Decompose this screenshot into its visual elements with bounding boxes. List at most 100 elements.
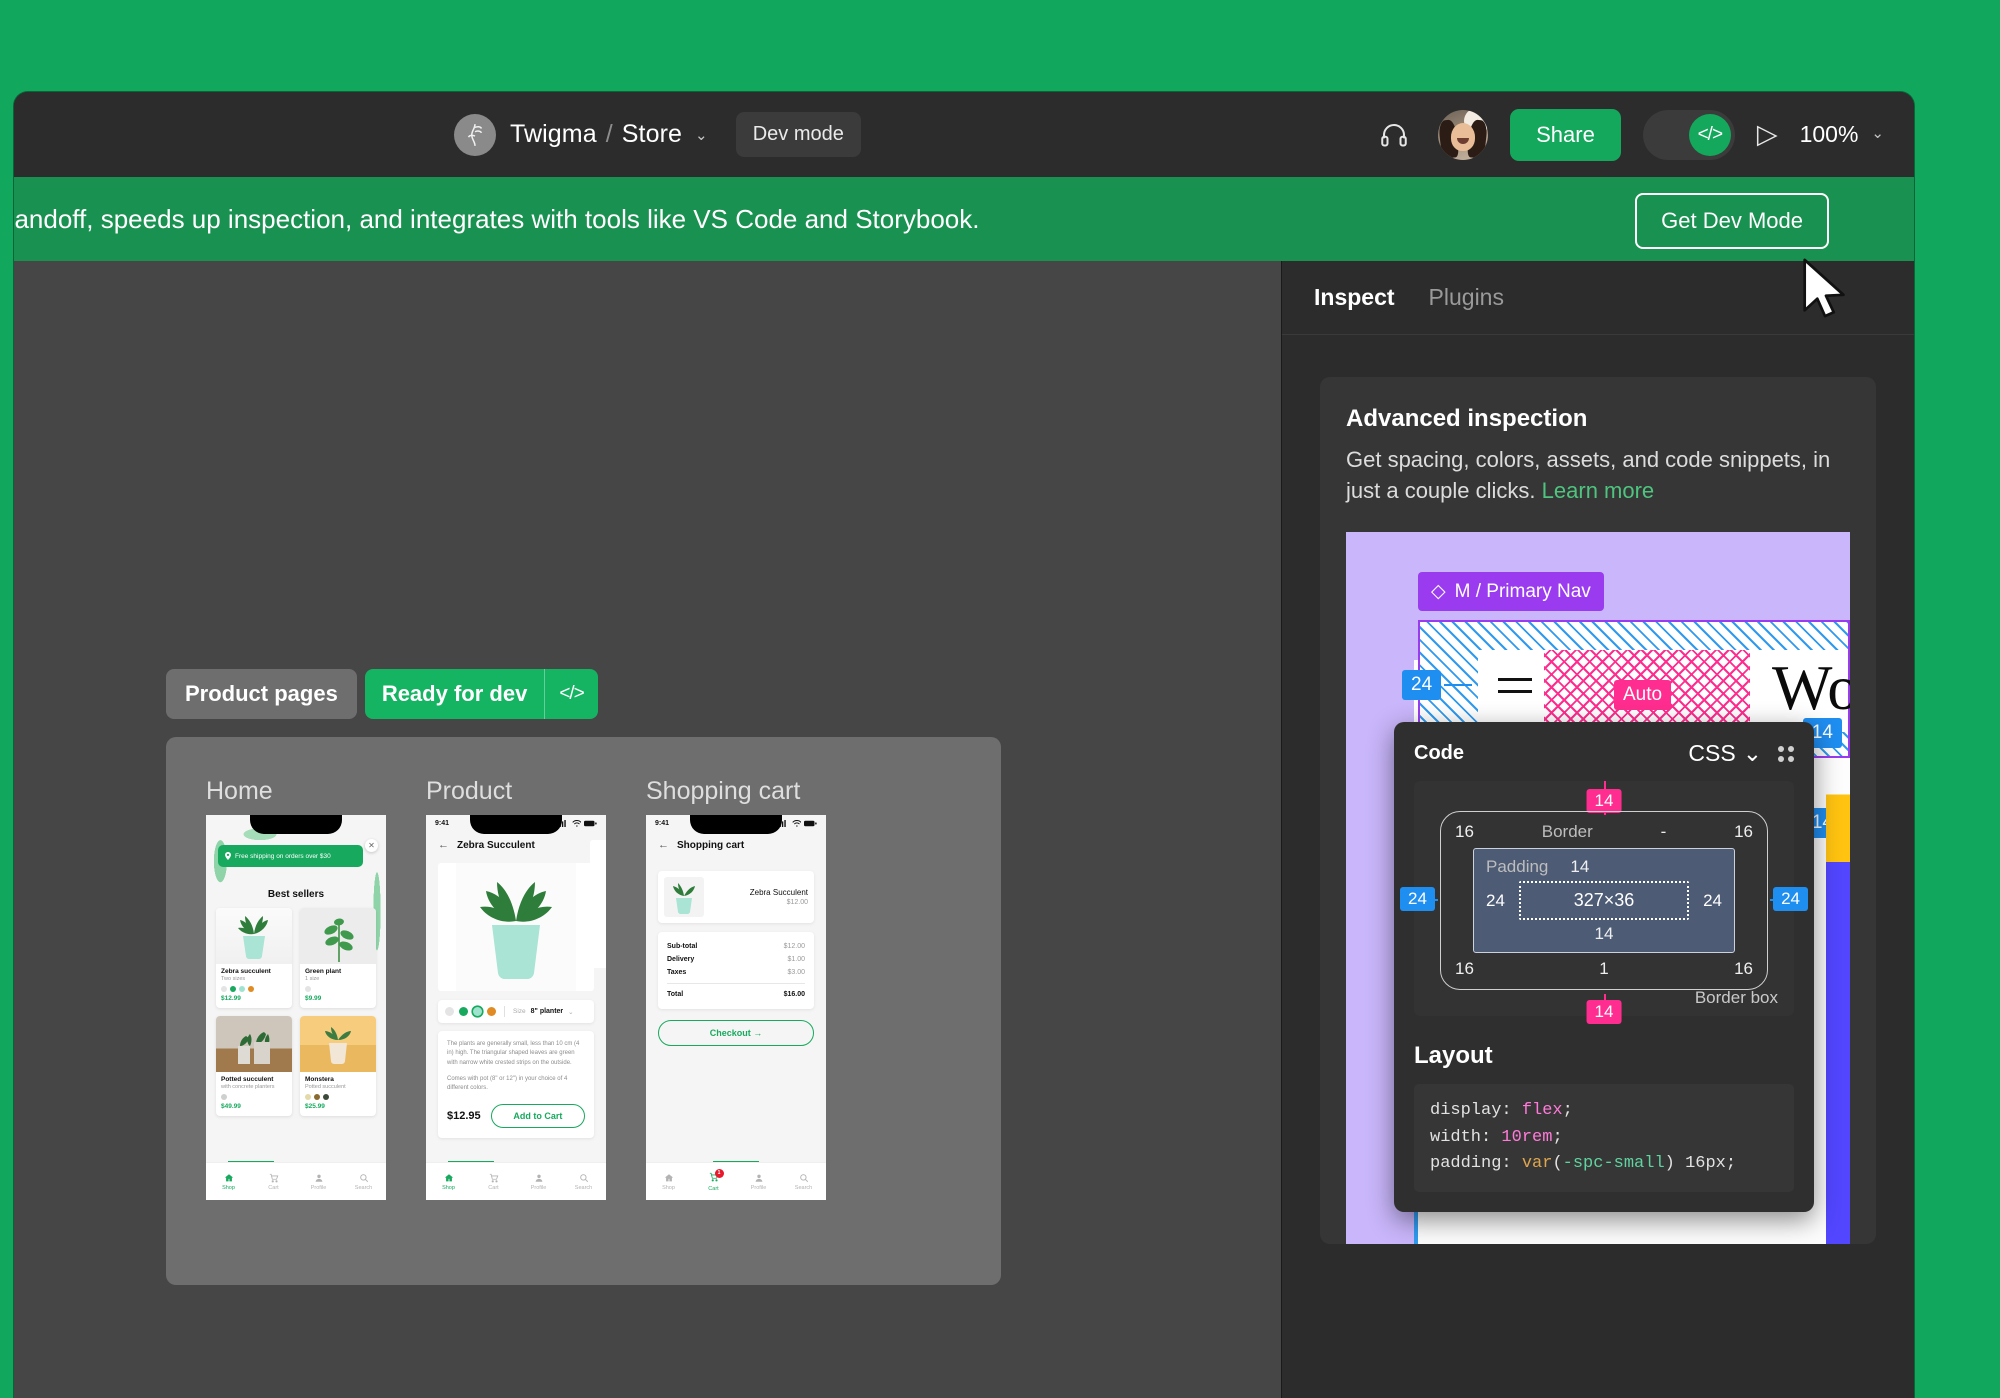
chevron-down-icon[interactable]: ⌄ xyxy=(568,1008,573,1016)
color-swatches[interactable] xyxy=(305,986,371,992)
tab-label: Search xyxy=(355,1185,372,1191)
card-description: Get spacing, colors, assets, and code sn… xyxy=(1346,444,1850,506)
border-right-value: 16 xyxy=(1734,822,1753,842)
color-swatches[interactable] xyxy=(221,986,287,992)
tab-cart[interactable]: Cart xyxy=(471,1173,516,1191)
tab-profile[interactable]: Profile xyxy=(736,1173,781,1191)
total-key: Delivery xyxy=(667,956,694,963)
selection-chips: Product pages Ready for dev </> xyxy=(166,669,1001,719)
present-play-icon[interactable]: ▷ xyxy=(1757,121,1778,148)
back-arrow-icon[interactable]: ← xyxy=(658,840,669,851)
css-line: display: flex; xyxy=(1430,1098,1778,1124)
tab-cart[interactable]: Cart xyxy=(251,1173,296,1191)
screen-title: Shopping cart xyxy=(677,840,744,851)
css-code-block[interactable]: display: flex; width: 10rem; padding: va… xyxy=(1414,1084,1794,1191)
tab-plugins[interactable]: Plugins xyxy=(1429,284,1504,311)
product-description-card: The plants are generally small, less tha… xyxy=(438,1031,594,1138)
product-card[interactable]: Zebra succulent Two sizes $12.99 xyxy=(216,908,292,1008)
frame-shopping-cart[interactable]: Shopping cart 9:41 xyxy=(646,777,826,1285)
product-image xyxy=(300,1016,376,1072)
language-selector[interactable]: CSS ⌄ xyxy=(1688,740,1762,767)
product-card[interactable]: Potted succulent with concrete planters … xyxy=(216,1016,292,1116)
tab-profile[interactable]: Profile xyxy=(516,1173,561,1191)
product-image xyxy=(216,1016,292,1072)
dev-mode-toggle[interactable]: </> xyxy=(1643,110,1735,160)
add-to-cart-button[interactable]: Add to Cart xyxy=(491,1104,585,1128)
promo-banner: handoff, speeds up inspection, and integ… xyxy=(14,177,1914,261)
drag-handle-icon[interactable] xyxy=(1778,746,1794,762)
tab-shop[interactable]: Shop xyxy=(426,1173,471,1191)
product-price: $49.99 xyxy=(221,1103,287,1110)
tab-search[interactable]: Search xyxy=(341,1173,386,1191)
product-card[interactable]: Monstera Potted succulent $25.99 xyxy=(300,1016,376,1116)
headphones-icon[interactable] xyxy=(1372,113,1416,157)
size-value[interactable]: 8" planter xyxy=(531,1008,564,1015)
product-hero-image xyxy=(438,863,594,991)
frame-title[interactable]: Home xyxy=(206,777,386,806)
frame-product[interactable]: Product 9:41 xyxy=(426,777,606,1285)
phone-mockup-home: 9:41 Free shipping on orders over $30 xyxy=(206,815,386,1200)
tab-label: Shop xyxy=(442,1185,455,1191)
product-card[interactable]: Green plant 1 size $9.99 xyxy=(300,908,376,1008)
tab-cart[interactable]: 1 Cart xyxy=(691,1172,736,1192)
buy-row: $12.95 Add to Cart xyxy=(447,1104,585,1128)
margin-right-value: 24 xyxy=(1773,887,1808,911)
chevron-down-icon[interactable]: ⌄ xyxy=(695,126,708,144)
tab-shop[interactable]: Shop xyxy=(206,1173,251,1191)
frame-title[interactable]: Product xyxy=(426,777,606,806)
chevron-down-icon: ⌄ xyxy=(1743,740,1762,767)
toolbar-right-group: Share </> ▷ 100% ⌄ xyxy=(1372,92,1884,177)
product-hero-next-image[interactable] xyxy=(590,840,606,968)
total-value: $3.00 xyxy=(787,969,805,976)
color-swatches[interactable] xyxy=(221,1094,287,1100)
cart-item-thumbnail xyxy=(664,877,704,917)
zoom-control[interactable]: 100% ⌄ xyxy=(1800,121,1884,148)
design-canvas[interactable]: Product pages Ready for dev </> Home xyxy=(14,261,1281,1398)
frame-home[interactable]: Home 9:41 xyxy=(206,777,386,1285)
breadcrumb-project[interactable]: Twigma xyxy=(510,120,597,149)
frame-title[interactable]: Shopping cart xyxy=(646,777,826,806)
learn-more-link[interactable]: Learn more xyxy=(1542,478,1655,503)
breadcrumb[interactable]: Twigma / Store ⌄ xyxy=(510,120,708,149)
breadcrumb-file[interactable]: Store xyxy=(622,120,682,149)
dev-mode-chip[interactable]: Dev mode xyxy=(736,112,861,157)
share-button[interactable]: Share xyxy=(1510,109,1621,161)
product-price: $9.99 xyxy=(305,995,371,1002)
status-time: 9:41 xyxy=(655,820,669,827)
tab-profile[interactable]: Profile xyxy=(296,1173,341,1191)
body-split: Product pages Ready for dev </> Home xyxy=(14,261,1914,1398)
code-icon[interactable]: </> xyxy=(544,669,597,719)
color-swatches[interactable] xyxy=(305,1094,371,1100)
padding-top-value: 14 xyxy=(1570,857,1589,877)
checkout-button[interactable]: Checkout → xyxy=(658,1020,814,1046)
ready-for-dev-label: Ready for dev xyxy=(365,669,545,719)
back-arrow-icon[interactable]: ← xyxy=(438,840,449,851)
close-icon[interactable]: ✕ xyxy=(365,839,378,852)
ready-for-dev-chip[interactable]: Ready for dev </> xyxy=(365,669,598,719)
code-inspect-card: Code CSS ⌄ xyxy=(1394,722,1814,1211)
size-label: Size xyxy=(513,1008,526,1015)
total-key: Sub-total xyxy=(667,943,697,950)
cart-line-item[interactable]: Zebra Succulent $12.00 xyxy=(658,871,814,923)
border-box: 16 Border - 16 Padding 14 xyxy=(1440,811,1768,990)
tab-label: Profile xyxy=(311,1185,327,1191)
tab-search[interactable]: Search xyxy=(561,1173,606,1191)
tab-inspect[interactable]: Inspect xyxy=(1314,284,1395,311)
frame-group[interactable]: Home 9:41 xyxy=(166,737,1001,1285)
free-shipping-banner[interactable]: Free shipping on orders over $30 xyxy=(218,845,363,867)
avatar[interactable] xyxy=(1438,110,1488,160)
product-options: Size 8" planter ⌄ xyxy=(438,1000,594,1023)
css-value: 10rem xyxy=(1501,1128,1552,1147)
tab-search[interactable]: Search xyxy=(781,1173,826,1191)
total-row: Delivery $1.00 xyxy=(667,953,805,966)
layout-heading: Layout xyxy=(1414,1042,1794,1070)
product-name: Monstera xyxy=(305,1076,371,1083)
padding-box: Padding 14 24 327×36 24 xyxy=(1473,848,1735,953)
zoom-level-label: 100% xyxy=(1800,121,1859,148)
get-dev-mode-button[interactable]: Get Dev Mode xyxy=(1635,193,1829,249)
tab-shop[interactable]: Shop xyxy=(646,1173,691,1191)
app-logo-icon xyxy=(454,114,496,156)
hamburger-icon xyxy=(1498,678,1532,702)
component-badge: ◇ M / Primary Nav xyxy=(1418,572,1604,611)
page-name-chip[interactable]: Product pages xyxy=(166,669,357,719)
